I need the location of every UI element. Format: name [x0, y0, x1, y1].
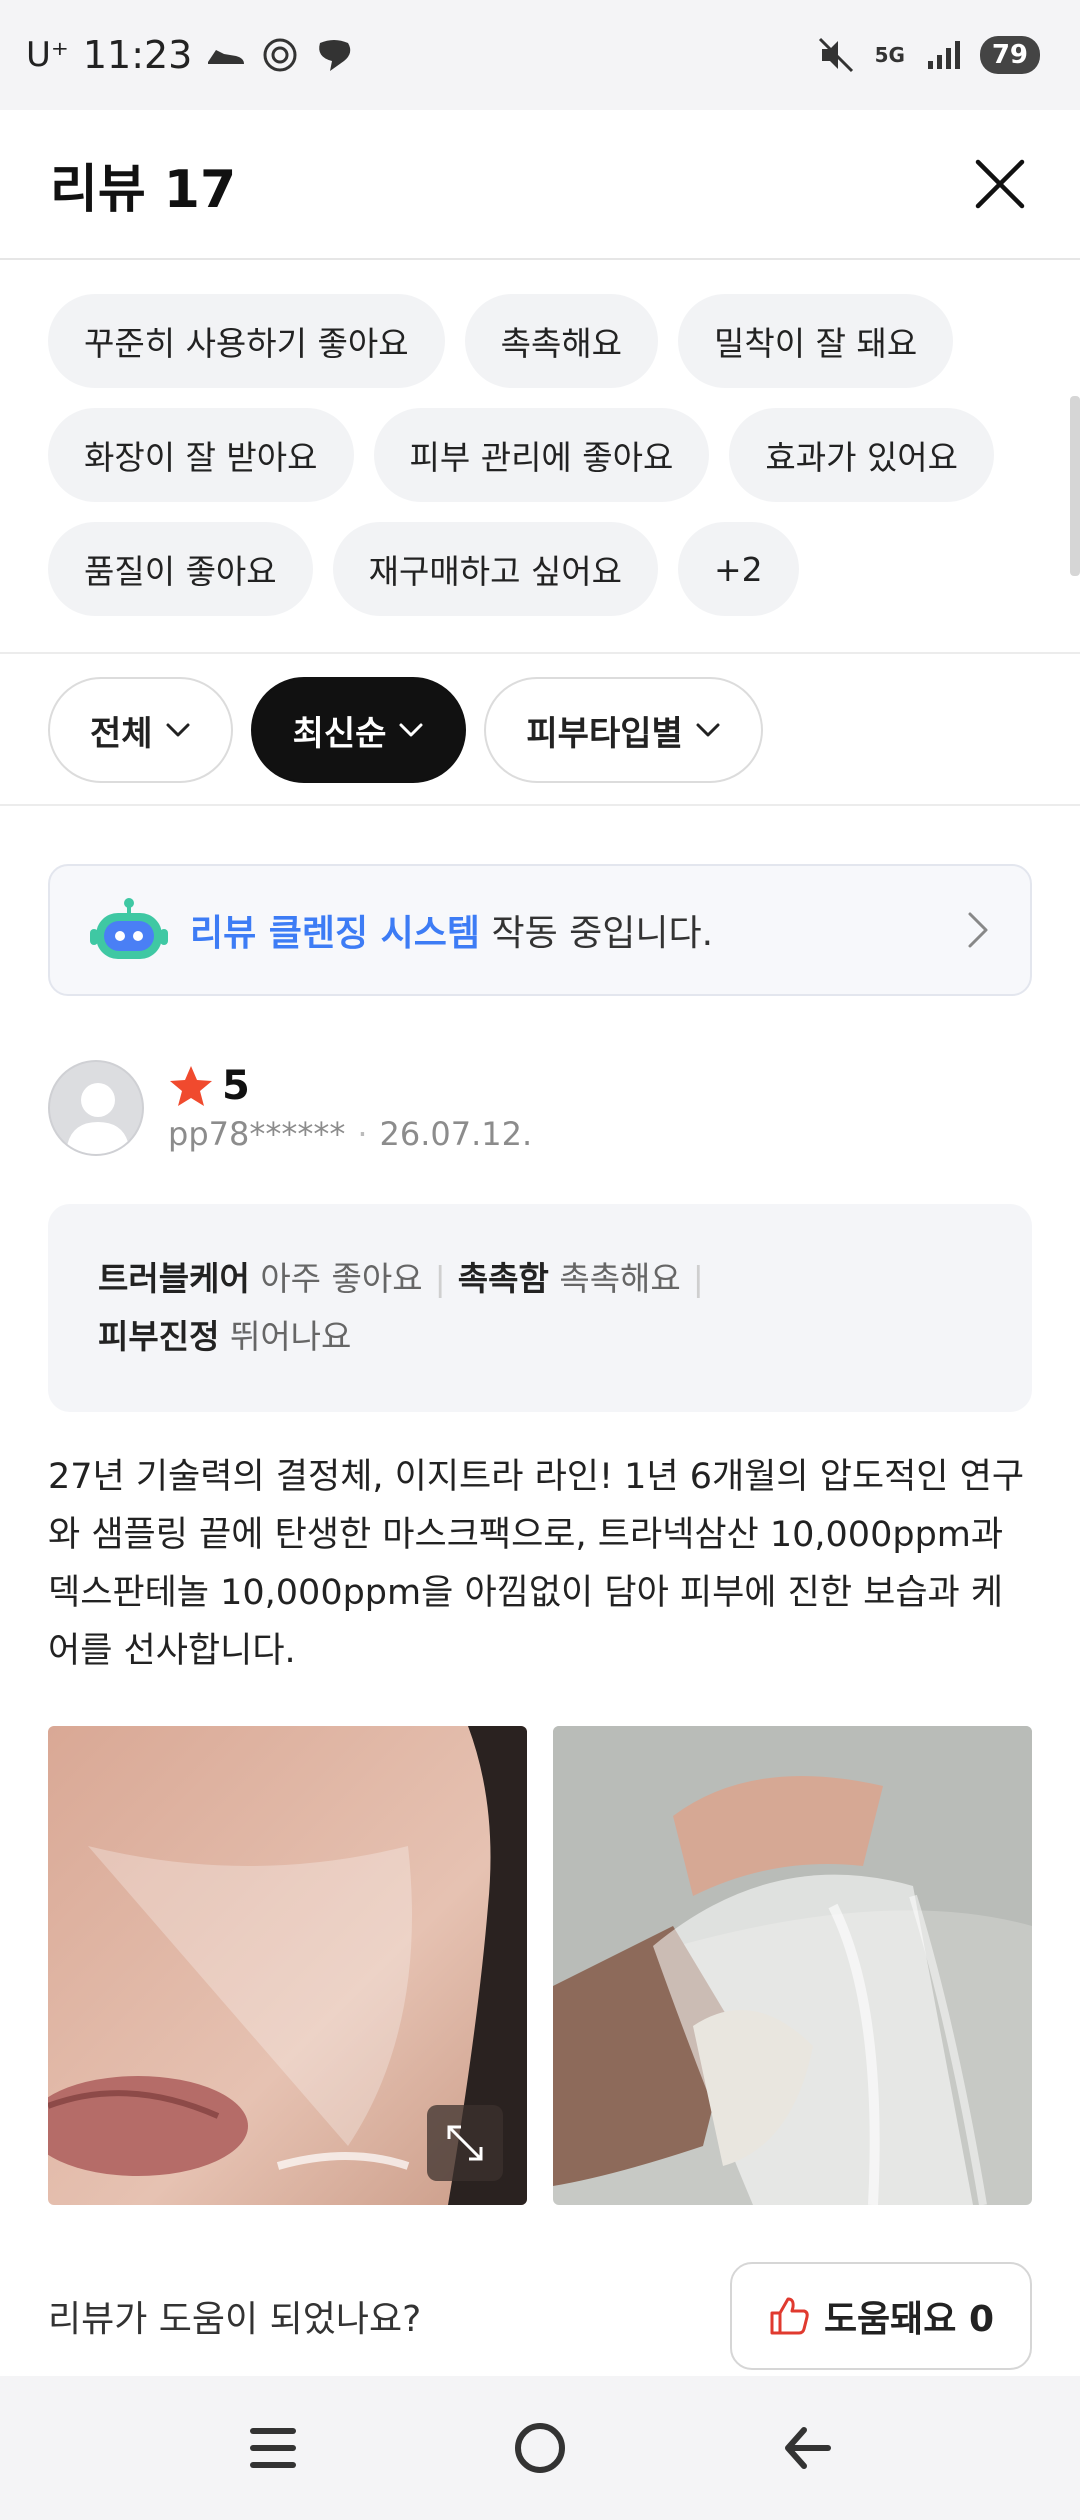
filter-bar: 전체 최신순 피부타입별 — [0, 656, 1080, 806]
filter-label: 전체 — [90, 713, 153, 754]
review-cleansing-banner[interactable]: 리뷰 클렌징 시스템 작동 중입니다. — [48, 864, 1032, 996]
system-nav-bar — [0, 2376, 1080, 2520]
helpful-button[interactable]: 도움돼요 0 — [729, 2262, 1032, 2370]
review-photos — [48, 1726, 1032, 2205]
keyword-tag[interactable]: 효과가 있어요 — [729, 408, 995, 502]
helpful-section: 리뷰가 도움이 되었나요? 도움돼요 0 — [48, 2262, 1032, 2370]
helpful-count: 도움돼요 0 — [823, 2299, 994, 2340]
clock: 11:23 — [82, 33, 193, 77]
review-photo-mask[interactable] — [553, 1726, 1032, 2205]
home-circle-icon — [514, 2423, 565, 2473]
chevron-down-icon — [166, 723, 190, 737]
attribute-name: 피부진정 — [98, 1317, 220, 1356]
tag-row: 품질이 좋아요 재구매하고 싶어요 +2 — [48, 522, 1032, 616]
status-bar: U⁺ 11:23 5G 79 — [0, 0, 1080, 110]
close-button[interactable] — [970, 154, 1030, 214]
attribute-name: 트러블케어 — [98, 1259, 250, 1298]
page-title: 리뷰 17 — [50, 159, 237, 220]
attribute-name: 촉촉함 — [457, 1259, 549, 1298]
attribute-divider: | — [692, 1259, 704, 1298]
carrier-label: U⁺ — [26, 35, 69, 75]
attribute-value: 뛰어나요 — [229, 1317, 352, 1356]
rating-value: 5 — [222, 1063, 250, 1109]
chevron-right-icon — [968, 912, 988, 948]
user-silhouette-icon — [66, 1083, 130, 1154]
star-icon — [170, 1066, 212, 1106]
keyword-tag[interactable]: 촉촉해요 — [464, 294, 659, 388]
filter-label: 최신순 — [292, 713, 387, 754]
review-header: 리뷰 17 — [0, 110, 1080, 260]
review-attributes: 트러블케어 아주 좋아요 | 촉촉함 촉촉해요 | 피부진정 뛰어나요 — [48, 1204, 1032, 1412]
tag-row: 꾸준히 사용하기 좋아요 촉촉해요 밀착이 잘 돼요 — [48, 294, 1032, 388]
attribute-value: 아주 좋아요 — [260, 1259, 423, 1298]
keyword-tag[interactable]: 피부 관리에 좋아요 — [373, 408, 710, 502]
keyword-tags: 꾸준히 사용하기 좋아요 촉촉해요 밀착이 잘 돼요 화장이 잘 받아요 피부 … — [0, 260, 1080, 654]
settings-gear-icon — [260, 35, 300, 75]
banner-highlight: 리뷰 클렌징 시스템 — [190, 913, 481, 954]
thumbs-up-icon — [770, 2297, 809, 2335]
more-tags-button[interactable]: +2 — [678, 522, 799, 616]
filter-latest[interactable]: 최신순 — [250, 677, 467, 783]
chevron-down-icon — [399, 723, 423, 737]
battery-level: 79 — [979, 36, 1040, 74]
mute-icon — [816, 35, 856, 75]
back-arrow-icon — [784, 2427, 831, 2469]
signal-icon — [924, 35, 964, 75]
attribute-value: 촉촉해요 — [559, 1259, 681, 1298]
back-button[interactable] — [767, 2408, 847, 2488]
reviewer-info: 5 pp78****** · 26.07.12. — [48, 1060, 1032, 1156]
scrollbar-thumb[interactable] — [1070, 396, 1080, 576]
rating: 5 — [168, 1063, 532, 1109]
review-date: 26.07.12. — [379, 1115, 533, 1153]
filter-skin-type[interactable]: 피부타입별 — [484, 677, 763, 783]
recent-apps-button[interactable] — [233, 2408, 313, 2488]
filter-label: 피부타입별 — [526, 713, 683, 754]
chat-bubble-icon — [314, 35, 354, 75]
keyword-tag[interactable]: 밀착이 잘 돼요 — [678, 294, 954, 388]
avatar — [48, 1060, 144, 1156]
home-button[interactable] — [500, 2408, 580, 2488]
reviewer-id: pp78****** — [168, 1115, 346, 1153]
review-photo-face[interactable] — [48, 1726, 527, 2205]
keyword-tag[interactable]: 화장이 잘 받아요 — [48, 408, 354, 502]
menu-icon — [250, 2428, 297, 2468]
chevron-down-icon — [696, 723, 720, 737]
attribute-divider: | — [434, 1259, 446, 1298]
expand-button[interactable] — [427, 2105, 503, 2181]
robot-icon — [90, 898, 168, 959]
network-5g-icon: 5G — [874, 43, 905, 67]
tag-row: 화장이 잘 받아요 피부 관리에 좋아요 효과가 있어요 — [48, 408, 1032, 502]
keyword-tag[interactable]: 꾸준히 사용하기 좋아요 — [48, 294, 445, 388]
separator-dot: · — [357, 1115, 368, 1153]
close-icon — [975, 159, 1025, 209]
keyword-tag[interactable]: 재구매하고 싶어요 — [332, 522, 659, 616]
banner-suffix: 작동 중입니다. — [480, 913, 714, 954]
keyword-tag[interactable]: 품질이 좋아요 — [48, 522, 313, 616]
sneaker-icon — [206, 35, 246, 75]
filter-all[interactable]: 전체 — [48, 677, 233, 783]
expand-icon — [447, 2125, 483, 2161]
review-item: 5 pp78****** · 26.07.12. 트러블케어 아주 좋아요 | 촉촉… — [48, 1060, 1032, 2205]
helpful-question: 리뷰가 도움이 되었나요? — [48, 2299, 422, 2340]
review-body: 27년 기술력의 결정체, 이지트라 라인! 1년 6개월의 압도적인 연구와 … — [48, 1457, 1025, 1671]
banner-text: 리뷰 클렌징 시스템 작동 중입니다. — [190, 904, 713, 956]
